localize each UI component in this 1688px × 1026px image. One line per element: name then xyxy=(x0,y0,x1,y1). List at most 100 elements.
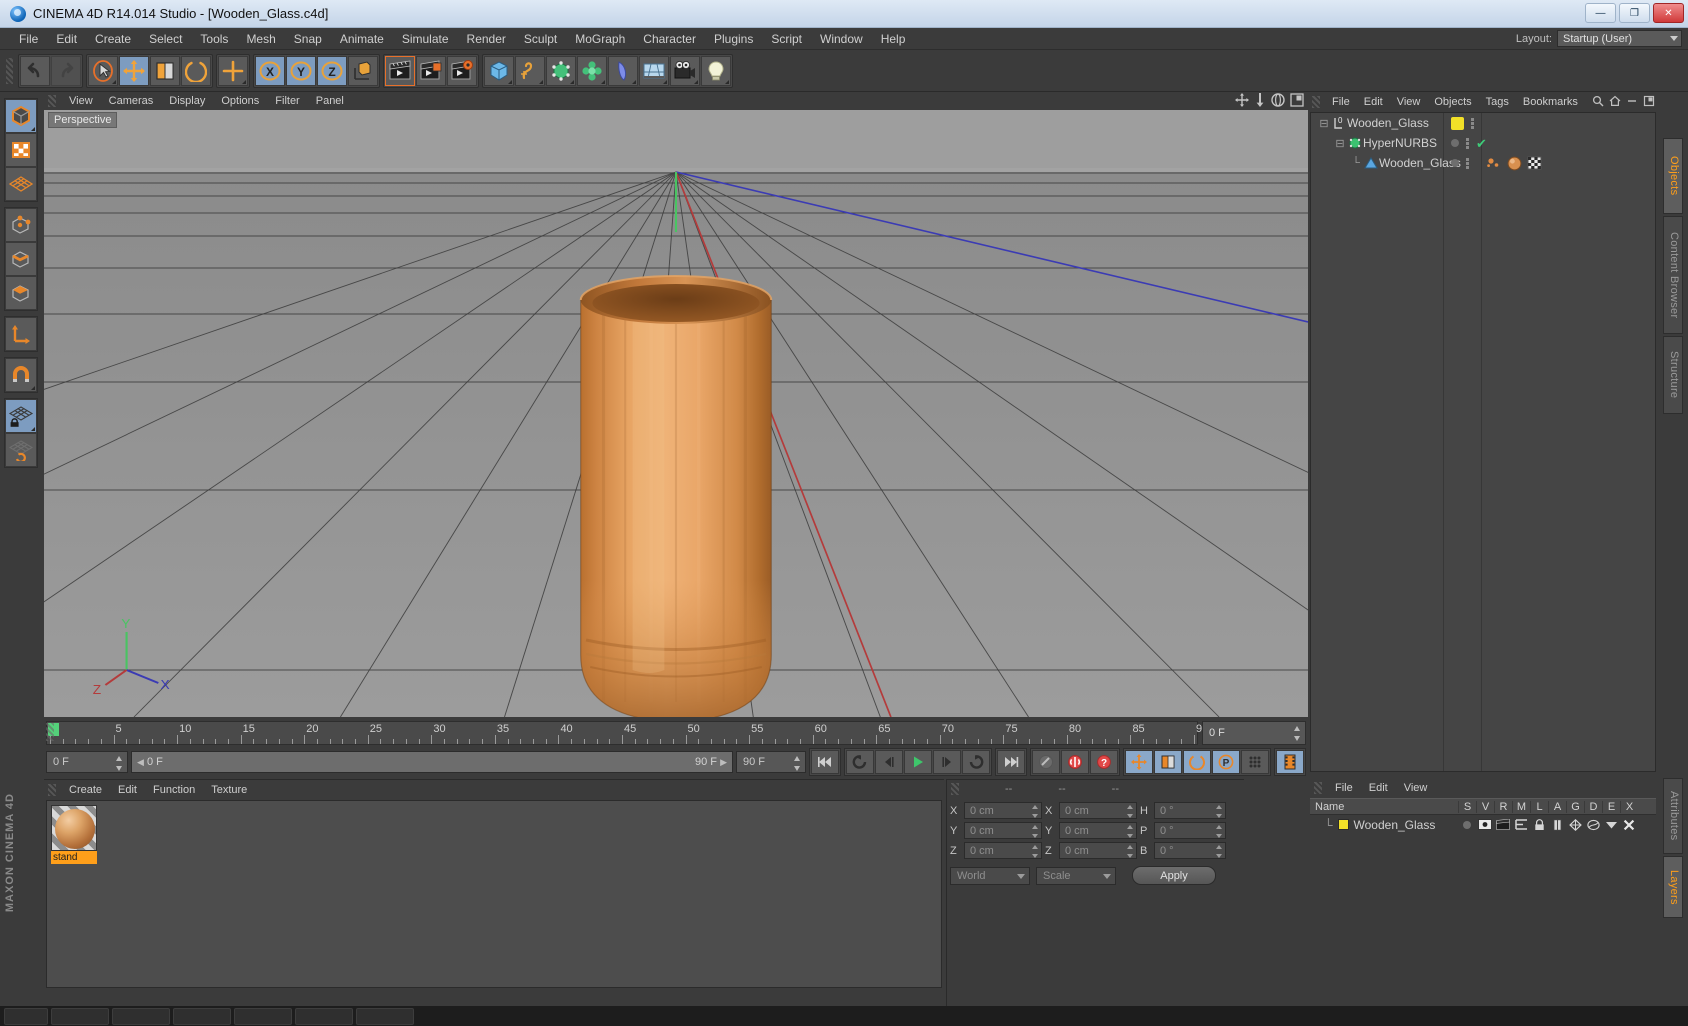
viewport-menu-display[interactable]: Display xyxy=(161,94,213,108)
add-hypernurbs-button[interactable] xyxy=(546,55,576,86)
size-z-input[interactable]: 0 cm xyxy=(1059,842,1137,859)
end-frame-input[interactable]: 90 F xyxy=(736,751,806,773)
size-x-input[interactable]: 0 cm xyxy=(1059,802,1137,819)
taskbar-item[interactable] xyxy=(295,1007,353,1025)
taskbar-item[interactable] xyxy=(173,1007,231,1025)
lock-x-axis-button[interactable]: X xyxy=(255,55,285,86)
range-left-arrow-icon[interactable]: ◀ xyxy=(137,757,144,767)
menu-mesh[interactable]: Mesh xyxy=(237,30,284,48)
lock-workplane-button[interactable] xyxy=(5,399,37,433)
rotation-key-button[interactable] xyxy=(1183,750,1211,774)
object-manager-grip[interactable] xyxy=(1312,96,1320,108)
play-forwards-button[interactable] xyxy=(904,750,932,774)
current-frame-input[interactable]: 0 F xyxy=(46,751,128,773)
spinner-icon[interactable] xyxy=(1032,845,1038,858)
home-icon[interactable] xyxy=(1609,95,1621,107)
material-menu-function[interactable]: Function xyxy=(145,783,203,797)
parameter-key-button[interactable]: P xyxy=(1212,750,1240,774)
uvw-tag-icon[interactable] xyxy=(1527,156,1542,170)
menu-script[interactable]: Script xyxy=(762,30,811,48)
maximize-view-icon[interactable] xyxy=(1290,93,1304,107)
frame-range-slider[interactable]: ◀ 0 F 90 F ▶ xyxy=(131,751,733,773)
minimize-button[interactable]: — xyxy=(1585,3,1616,23)
object-menu-edit[interactable]: Edit xyxy=(1357,95,1390,109)
object-menu-bookmarks[interactable]: Bookmarks xyxy=(1516,95,1585,109)
layers-grip[interactable] xyxy=(1314,782,1322,794)
render-settings-button[interactable] xyxy=(447,55,477,86)
planar-workplane-button[interactable] xyxy=(5,433,37,467)
rotate-tool-button[interactable] xyxy=(181,55,211,86)
menu-help[interactable]: Help xyxy=(872,30,915,48)
menu-tools[interactable]: Tools xyxy=(191,30,237,48)
layer-generator-cell[interactable] xyxy=(1566,818,1584,831)
layers-menu-view[interactable]: View xyxy=(1396,781,1436,795)
object-menu-view[interactable]: View xyxy=(1390,95,1428,109)
play-backwards-button[interactable] xyxy=(846,750,874,774)
keyframe-mode-button[interactable] xyxy=(1276,750,1304,774)
layers-menu-file[interactable]: File xyxy=(1327,781,1361,795)
add-spline-button[interactable] xyxy=(515,55,545,86)
menu-animate[interactable]: Animate xyxy=(331,30,393,48)
timeline-ruler[interactable]: 051015202530354045505560657075808590 xyxy=(46,721,1208,745)
taskbar-item[interactable] xyxy=(4,1007,48,1025)
apply-button[interactable]: Apply xyxy=(1132,866,1216,885)
layer-solo-cell[interactable] xyxy=(1458,820,1476,829)
spinner-icon[interactable] xyxy=(1216,825,1222,838)
position-key-button[interactable] xyxy=(1125,750,1153,774)
minus-icon[interactable] xyxy=(1626,95,1638,107)
dot-visibility-icon[interactable] xyxy=(1466,137,1469,149)
render-view-button[interactable] xyxy=(385,55,415,86)
previous-frame-button[interactable] xyxy=(875,750,903,774)
search-icon[interactable] xyxy=(1592,95,1604,107)
tab-objects[interactable]: Objects xyxy=(1663,138,1683,214)
scale-tool-button[interactable] xyxy=(150,55,180,86)
object-row-wooden-glass-root[interactable]: ⊟ 0 Wooden_Glass xyxy=(1311,113,1655,133)
menu-snap[interactable]: Snap xyxy=(285,30,331,48)
menu-window[interactable]: Window xyxy=(811,30,872,48)
layout-dropdown[interactable]: Startup (User) xyxy=(1557,30,1682,47)
viewport-menu-filter[interactable]: Filter xyxy=(267,94,307,108)
next-frame-button[interactable] xyxy=(933,750,961,774)
material-item-stand[interactable]: stand xyxy=(51,805,97,864)
world-object-coord-button[interactable] xyxy=(348,55,378,86)
move-axis-button[interactable] xyxy=(218,55,248,86)
taskbar-item[interactable] xyxy=(112,1007,170,1025)
spinner-icon[interactable] xyxy=(794,756,801,771)
pos-y-input[interactable]: 0 cm xyxy=(964,822,1042,839)
add-floor-button[interactable] xyxy=(639,55,669,86)
add-light-button[interactable] xyxy=(701,55,731,86)
enable-axis-button[interactable] xyxy=(5,317,37,351)
object-row-wooden-glass-mesh[interactable]: └ Wooden_Glass xyxy=(1311,153,1655,173)
layer-visible-cell[interactable] xyxy=(1476,819,1494,830)
object-row-hypernurbs[interactable]: ⊟ HyperNURBS ✔ xyxy=(1311,133,1655,153)
add-cube-button[interactable] xyxy=(484,55,514,86)
go-to-start-button[interactable] xyxy=(811,750,839,774)
size-y-input[interactable]: 0 cm xyxy=(1059,822,1137,839)
dot-visibility-icon[interactable] xyxy=(1466,157,1469,169)
layer-animation-cell[interactable] xyxy=(1548,818,1566,831)
object-manager-tree[interactable]: ⊟ 0 Wooden_Glass ⊟ HyperNURBS ✔ └ Wooden… xyxy=(1310,112,1656,772)
texture-mode-button[interactable] xyxy=(5,133,37,167)
rot-b-input[interactable]: 0 ° xyxy=(1154,842,1226,859)
go-to-end-button[interactable] xyxy=(997,750,1025,774)
object-menu-objects[interactable]: Objects xyxy=(1427,95,1478,109)
menu-file[interactable]: File xyxy=(10,30,47,48)
dolly-view-icon[interactable] xyxy=(1254,93,1266,107)
spinner-icon[interactable] xyxy=(116,756,123,771)
spinner-icon[interactable] xyxy=(1216,845,1222,858)
object-menu-file[interactable]: File xyxy=(1325,95,1357,109)
spinner-icon[interactable] xyxy=(1216,805,1222,818)
add-bend-deformer-button[interactable] xyxy=(608,55,638,86)
layer-xref-cell[interactable] xyxy=(1620,819,1638,831)
menu-sculpt[interactable]: Sculpt xyxy=(515,30,566,48)
size-mode-dropdown[interactable]: Scale xyxy=(1036,866,1116,885)
add-camera-button[interactable] xyxy=(670,55,700,86)
window-icon[interactable] xyxy=(1643,95,1655,107)
live-selection-button[interactable] xyxy=(88,55,118,86)
keyframe-selection-button[interactable]: ? xyxy=(1090,750,1118,774)
autokeying-button[interactable] xyxy=(1061,750,1089,774)
move-tool-button[interactable] xyxy=(119,55,149,86)
viewport-canvas[interactable]: Perspective Y X Z xyxy=(44,110,1308,717)
undo-button[interactable] xyxy=(20,55,50,86)
model-mode-button[interactable] xyxy=(5,99,37,133)
